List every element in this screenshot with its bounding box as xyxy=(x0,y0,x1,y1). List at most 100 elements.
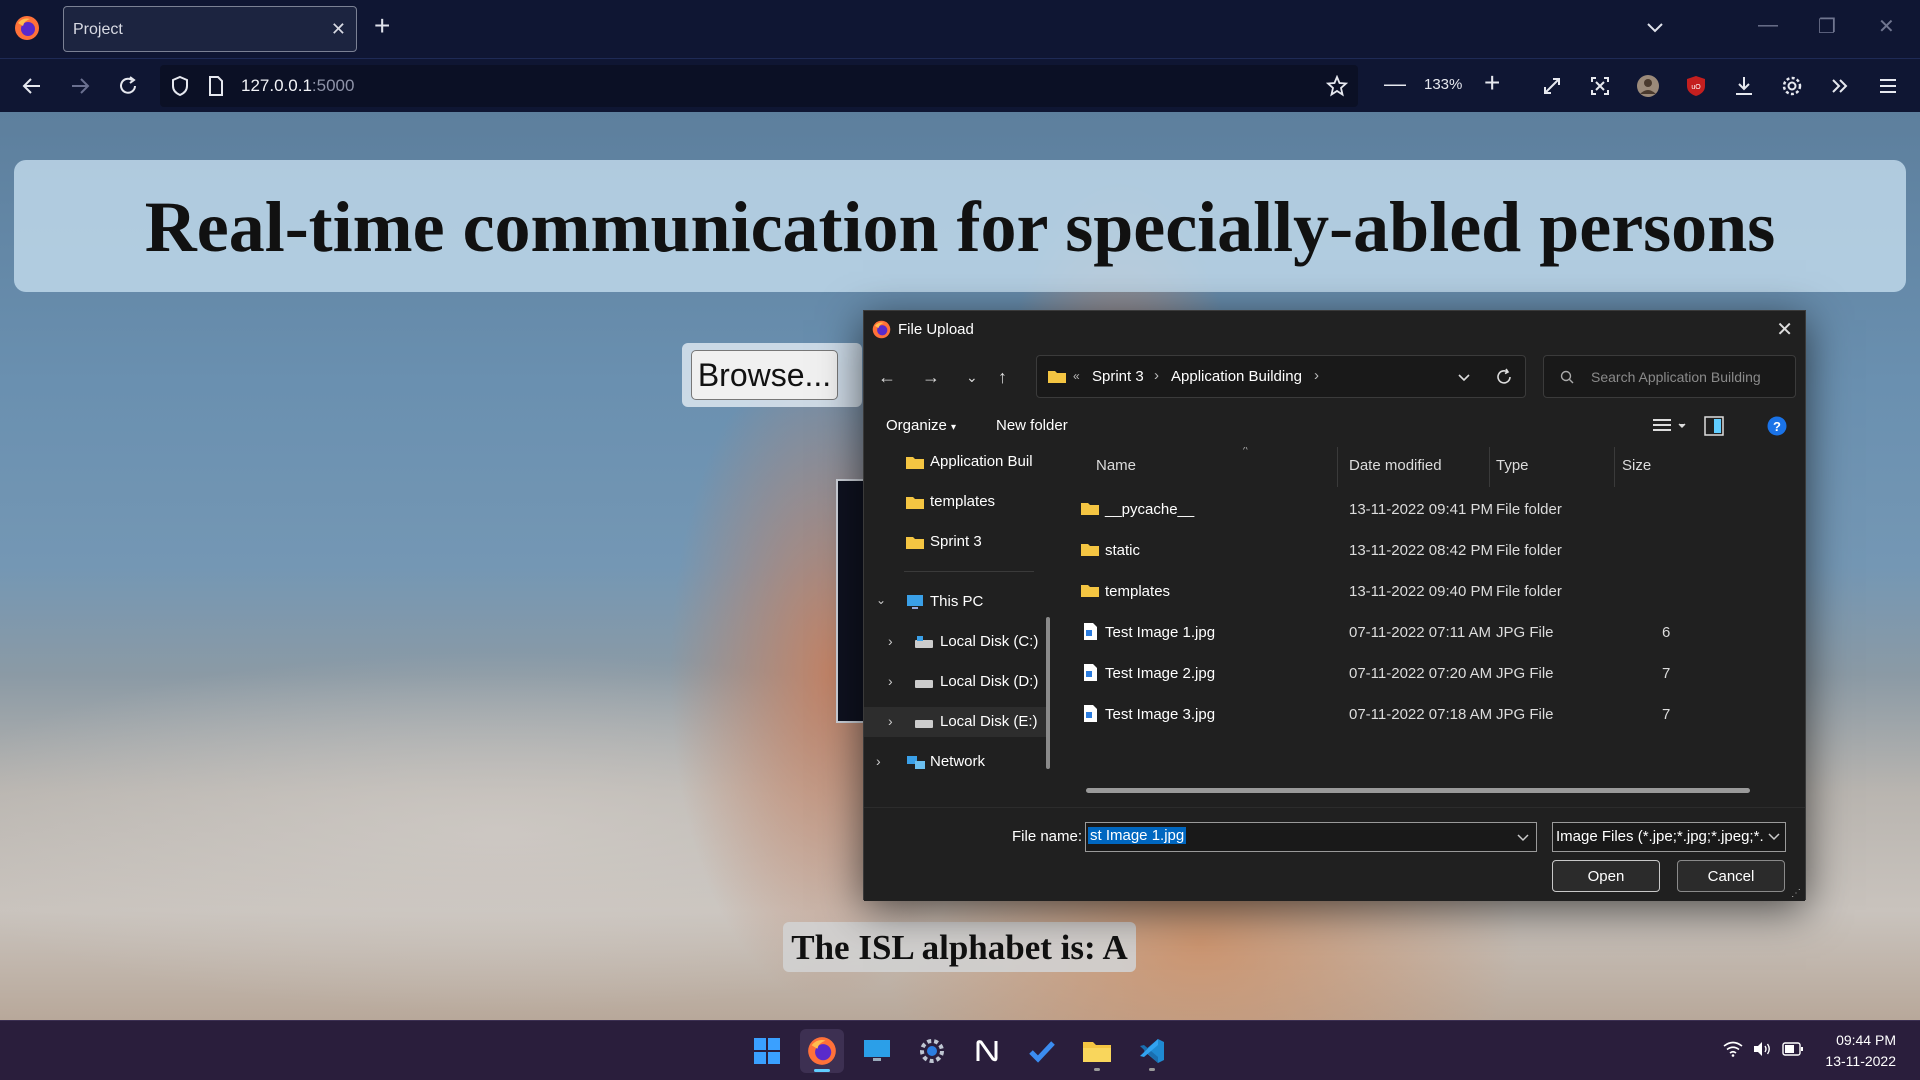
cancel-button[interactable]: Cancel xyxy=(1677,860,1785,892)
browse-button[interactable]: Browse... xyxy=(691,350,838,400)
file-name-input[interactable]: st Image 1.jpg xyxy=(1085,822,1537,852)
column-divider[interactable] xyxy=(1489,447,1490,487)
tree-item-local-disk-c[interactable]: › Local Disk (C:) xyxy=(864,627,1050,657)
file-row-test-image-1[interactable]: Test Image 1.jpg 07-11-2022 07:11 AM JPG… xyxy=(1059,612,1799,652)
tab-project[interactable]: Project ✕ xyxy=(63,6,357,52)
dialog-titlebar[interactable]: File Upload ✕ xyxy=(864,311,1805,347)
breadcrumb-separator-icon[interactable]: › xyxy=(1314,367,1319,384)
file-type-select[interactable]: Image Files (*.jpe;*.jpg;*.jpeg;*.g xyxy=(1552,822,1786,852)
view-options-icon[interactable] xyxy=(1652,417,1688,435)
tab-close-icon[interactable]: ✕ xyxy=(331,19,346,40)
taskbar-firefox[interactable] xyxy=(800,1029,844,1073)
back-icon[interactable] xyxy=(17,71,47,101)
fullscreen-icon[interactable] xyxy=(1537,71,1567,101)
collapsed-chevron-icon[interactable]: › xyxy=(888,633,893,649)
hamburger-menu-icon[interactable] xyxy=(1873,71,1903,101)
file-row-test-image-3[interactable]: Test Image 3.jpg 07-11-2022 07:18 AM JPG… xyxy=(1059,694,1799,734)
checkmark-icon xyxy=(1029,1041,1055,1063)
address-history-chevron-icon[interactable] xyxy=(1457,371,1471,385)
tree-item-network[interactable]: › Network xyxy=(864,747,1050,777)
folder-icon xyxy=(1048,371,1066,383)
url-bar[interactable]: 127.0.0.1:5000 xyxy=(160,65,1358,107)
file-row-test-image-2[interactable]: Test Image 2.jpg 07-11-2022 07:20 AM JPG… xyxy=(1059,653,1799,693)
tree-item-sprint3[interactable]: Sprint 3 xyxy=(864,527,1050,557)
search-input[interactable]: Search Application Building xyxy=(1543,355,1796,398)
reload-icon[interactable] xyxy=(113,71,143,101)
help-icon[interactable]: ? xyxy=(1767,416,1787,436)
account-avatar-icon[interactable] xyxy=(1633,71,1663,101)
column-divider[interactable] xyxy=(1614,447,1615,487)
new-tab-icon[interactable]: + xyxy=(374,12,390,40)
new-folder-button[interactable]: New folder xyxy=(996,417,1068,434)
recent-locations-chevron-icon[interactable]: ⌄ xyxy=(966,369,978,386)
dialog-back-icon[interactable]: ← xyxy=(878,367,896,388)
tree-scrollbar[interactable] xyxy=(1046,617,1050,769)
column-divider[interactable] xyxy=(1337,447,1338,487)
breadcrumb-overflow[interactable]: « xyxy=(1073,369,1080,383)
column-header-date[interactable]: Date modified xyxy=(1349,457,1442,474)
dialog-forward-icon[interactable]: → xyxy=(922,367,940,388)
volume-icon[interactable] xyxy=(1752,1041,1772,1057)
tree-item-this-pc[interactable]: ⌄ This PC xyxy=(864,587,1050,617)
organize-menu[interactable]: Organize ▾ xyxy=(886,417,956,434)
zoom-level[interactable]: 133% xyxy=(1424,76,1462,93)
clock-date[interactable]: 13-11-2022 xyxy=(1810,1053,1896,1069)
open-button[interactable]: Open xyxy=(1552,860,1660,892)
column-header-name[interactable]: Name xyxy=(1096,457,1136,474)
file-row-pycache[interactable]: __pycache__ 13-11-2022 09:41 PM File fol… xyxy=(1059,489,1799,529)
collapsed-chevron-icon[interactable]: › xyxy=(876,753,881,769)
file-row-templates[interactable]: templates 13-11-2022 09:40 PM File folde… xyxy=(1059,571,1799,611)
horizontal-scrollbar[interactable] xyxy=(1086,788,1750,793)
column-header-type[interactable]: Type xyxy=(1496,457,1529,474)
file-type: File folder xyxy=(1496,542,1562,559)
tree-item-local-disk-d[interactable]: › Local Disk (D:) xyxy=(864,667,1050,697)
start-button[interactable] xyxy=(745,1029,789,1073)
resize-grip-icon[interactable]: ⋰ xyxy=(1791,888,1801,899)
screenshot-icon[interactable] xyxy=(1585,71,1615,101)
taskbar-vscode[interactable] xyxy=(1130,1029,1174,1073)
downloads-icon[interactable] xyxy=(1729,71,1759,101)
taskbar-notion[interactable] xyxy=(965,1029,1009,1073)
column-header-size[interactable]: Size xyxy=(1622,457,1651,474)
taskbar-desktop[interactable] xyxy=(855,1029,899,1073)
settings-gear-icon[interactable] xyxy=(1777,71,1807,101)
breadcrumb-sprint3[interactable]: Sprint 3 xyxy=(1092,368,1144,385)
clock-time[interactable]: 09:44 PM xyxy=(1826,1032,1896,1048)
firefox-icon xyxy=(808,1037,836,1065)
wifi-icon[interactable] xyxy=(1723,1041,1743,1057)
breadcrumb[interactable]: « Sprint 3 › Application Building › xyxy=(1036,355,1526,398)
tree-item-templates[interactable]: templates xyxy=(864,487,1050,517)
window-close-icon[interactable]: ✕ xyxy=(1878,14,1895,39)
overflow-menu-icon[interactable] xyxy=(1825,71,1855,101)
collapsed-chevron-icon[interactable]: › xyxy=(888,673,893,689)
tab-list-chevron-icon[interactable] xyxy=(1644,16,1666,38)
restore-icon[interactable]: ❐ xyxy=(1818,14,1836,39)
refresh-icon[interactable] xyxy=(1495,368,1513,386)
url-text[interactable]: 127.0.0.1:5000 xyxy=(241,76,354,96)
tree-item-local-disk-e[interactable]: › Local Disk (E:) xyxy=(864,707,1050,737)
file-row-static[interactable]: static 13-11-2022 08:42 PM File folder xyxy=(1059,530,1799,570)
page-icon[interactable] xyxy=(208,76,224,96)
taskbar-settings[interactable] xyxy=(910,1029,954,1073)
firefox-menu-icon[interactable] xyxy=(14,15,40,41)
breadcrumb-separator-icon[interactable]: › xyxy=(1154,367,1159,384)
file-name-dropdown-icon[interactable] xyxy=(1516,827,1530,847)
zoom-out-icon[interactable]: — xyxy=(1384,71,1406,97)
breadcrumb-application-building[interactable]: Application Building xyxy=(1171,368,1302,385)
zoom-in-icon[interactable]: + xyxy=(1484,67,1500,99)
expanded-chevron-icon[interactable]: ⌄ xyxy=(876,593,886,607)
collapsed-chevron-icon[interactable]: › xyxy=(888,713,893,729)
battery-icon[interactable] xyxy=(1782,1042,1804,1056)
minimize-icon[interactable]: — xyxy=(1758,14,1778,37)
preview-pane-icon[interactable] xyxy=(1704,416,1724,436)
taskbar-file-explorer[interactable] xyxy=(1075,1029,1119,1073)
file-type-dropdown-icon[interactable] xyxy=(1767,829,1781,845)
up-folder-icon[interactable]: ↑ xyxy=(998,367,1007,388)
shield-icon[interactable] xyxy=(170,75,190,97)
tree-item-application-building[interactable]: Application Buil xyxy=(864,447,1050,477)
dialog-close-icon[interactable]: ✕ xyxy=(1776,317,1793,342)
bookmark-star-icon[interactable] xyxy=(1326,75,1348,97)
ublock-icon[interactable]: uO xyxy=(1681,71,1711,101)
taskbar-todo[interactable] xyxy=(1020,1029,1064,1073)
forward-icon[interactable] xyxy=(65,71,95,101)
